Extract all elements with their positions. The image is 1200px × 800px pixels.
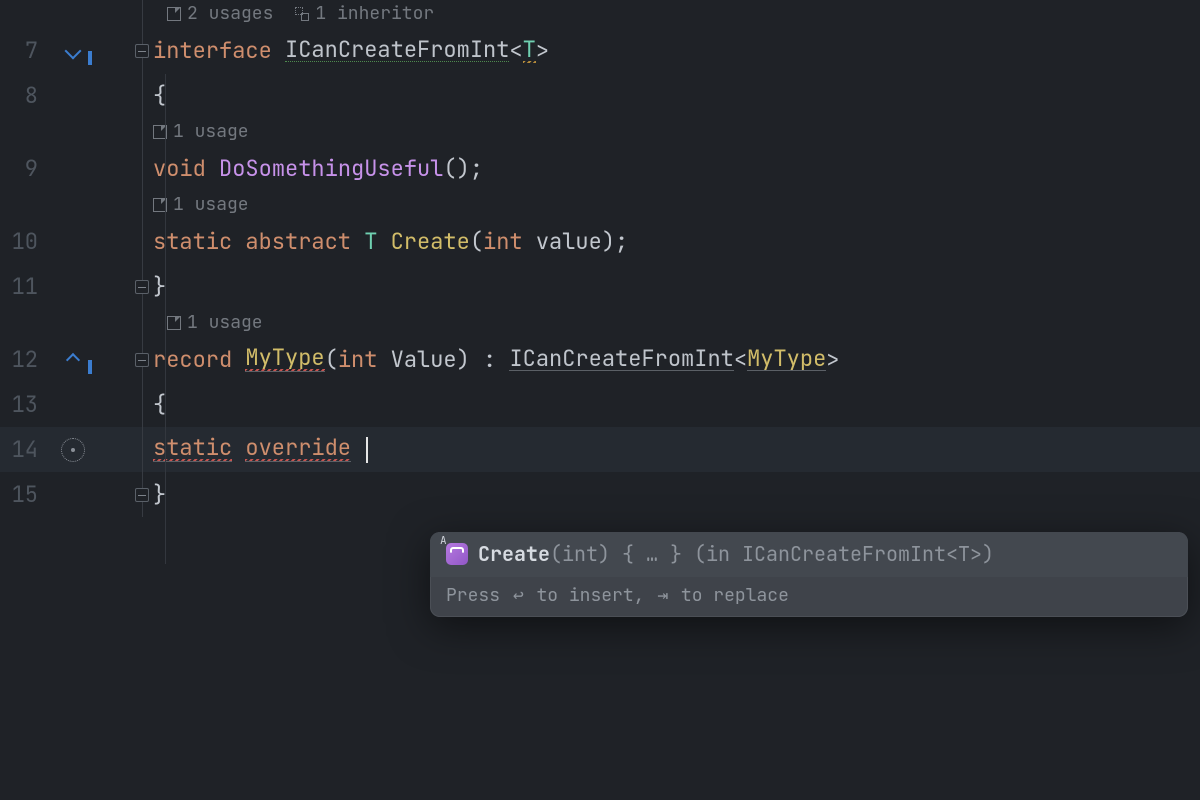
usages-hint[interactable]: 1 usage (187, 314, 263, 332)
fold-toggle[interactable] (98, 28, 153, 73)
line-number: 13 (0, 382, 48, 427)
usages-icon (167, 316, 181, 330)
enter-key-icon: ↩ (511, 587, 526, 605)
code-editor[interactable]: 2 usages 1 inheritor 7 interface ICanCre… (0, 0, 1200, 517)
inheritors-hint[interactable]: 1 inheritor (315, 5, 434, 23)
intention-bulb-icon[interactable] (48, 427, 98, 472)
line-number: 15 (0, 472, 48, 517)
gutter-implemented-icon[interactable] (48, 28, 98, 73)
fold-toggle[interactable] (98, 337, 153, 382)
fold-toggle[interactable] (98, 472, 153, 517)
text-caret (366, 437, 368, 463)
method-icon (446, 543, 468, 565)
inheritors-icon (295, 7, 309, 21)
code-line[interactable]: } (153, 472, 1200, 517)
fold-toggle[interactable] (98, 264, 153, 309)
completion-item[interactable]: Create(int) { … } (in ICanCreateFromInt<… (430, 532, 1188, 577)
gutter-spacer (0, 0, 48, 28)
line-number: 8 (0, 73, 48, 118)
code-line[interactable]: interface ICanCreateFromInt<T> (153, 28, 1200, 73)
line-number: 11 (0, 264, 48, 309)
usages-hint[interactable]: 1 usage (173, 196, 249, 214)
line-number: 10 (0, 219, 48, 264)
code-line[interactable]: record MyType(int Value) : ICanCreateFro… (153, 337, 1200, 382)
completion-method-name: Create (478, 541, 550, 567)
tab-key-icon: ⇥ (655, 587, 670, 605)
code-line[interactable]: void DoSomethingUseful(); (153, 146, 1200, 191)
completion-footer: Press ↩ to insert, ⇥ to replace (430, 577, 1188, 617)
completion-popup[interactable]: Create(int) { … } (in ICanCreateFromInt<… (430, 532, 1188, 617)
usages-icon (167, 7, 181, 21)
indent-guide (165, 74, 166, 564)
usages-hint[interactable]: 2 usages (187, 5, 273, 23)
code-line[interactable]: } (153, 264, 1200, 309)
gutter-overrides-icon[interactable] (48, 337, 98, 382)
line-number: 9 (0, 146, 48, 191)
interface-name: ICanCreateFromInt (285, 39, 509, 62)
code-line[interactable]: { (153, 382, 1200, 427)
code-line[interactable]: static override (153, 427, 1200, 472)
line-number: 12 (0, 337, 48, 382)
completion-signature: (int) { … } (in ICanCreateFromInt<T>) (550, 541, 994, 567)
line-number: 7 (0, 28, 48, 73)
usages-hint[interactable]: 1 usage (173, 123, 249, 141)
code-line[interactable]: static abstract T Create(int value); (153, 219, 1200, 264)
code-line[interactable]: { (153, 73, 1200, 118)
line-number: 14 (0, 427, 48, 472)
type-name: MyType (245, 347, 324, 372)
